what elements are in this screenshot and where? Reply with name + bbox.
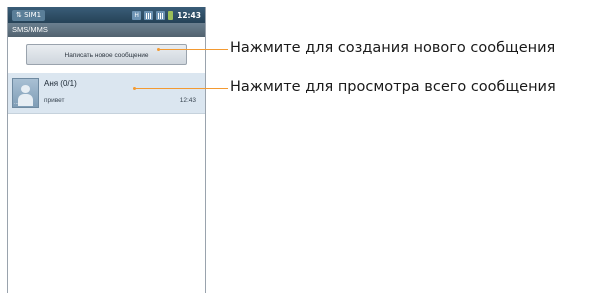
status-clock: 12:43 xyxy=(177,10,201,20)
sim-label: ⇅ SIM1 xyxy=(16,11,42,19)
signal-bars-icon xyxy=(144,10,154,20)
manual-figure: ⇅ SIM1 H 12:43 SMS/MMS Написать новое со… xyxy=(0,0,598,293)
battery-icon xyxy=(168,10,174,20)
list-item[interactable]: ... Аня (0/1) привет 12:43 xyxy=(8,73,205,114)
avatar-body xyxy=(18,94,33,106)
new-message-button[interactable]: Написать новое сообщение xyxy=(26,44,187,65)
contact-avatar-icon: ... xyxy=(12,78,39,108)
message-list: ... Аня (0/1) привет 12:43 xyxy=(8,73,205,293)
avatar-dots: ... xyxy=(14,100,19,106)
callout-thread-text: Нажмите для просмотра всего сообщения xyxy=(230,79,556,95)
signal-bars-icon xyxy=(156,10,166,20)
app-title-bar: SMS/MMS xyxy=(8,23,205,37)
app-title: SMS/MMS xyxy=(12,25,48,34)
callout-thread-line xyxy=(134,88,228,89)
avatar-head xyxy=(21,85,30,93)
thread-time: 12:43 xyxy=(179,97,196,104)
sim-indicator: ⇅ SIM1 xyxy=(12,9,46,21)
h-network-icon: H xyxy=(132,10,142,20)
thread-contact-name: Аня (0/1) xyxy=(44,79,77,88)
status-bar: ⇅ SIM1 H 12:43 xyxy=(8,7,205,23)
callout-compose-line xyxy=(158,49,228,50)
callout-compose-text: Нажмите для создания нового сообщения xyxy=(230,40,556,56)
status-icons: H xyxy=(132,10,174,20)
thread-preview: привет xyxy=(44,97,65,104)
compose-area: Написать новое сообщение xyxy=(8,37,205,69)
